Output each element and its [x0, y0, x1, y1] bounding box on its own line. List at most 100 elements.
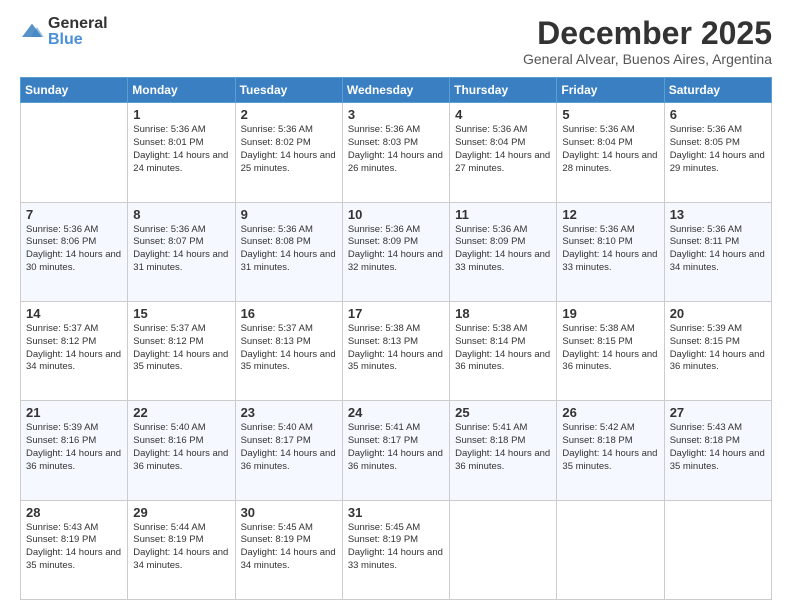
table-row: 12 Sunrise: 5:36 AM Sunset: 8:10 PM Dayli… — [557, 202, 664, 301]
day-number: 26 — [562, 405, 658, 420]
cell-info: Sunrise: 5:36 AM Sunset: 8:05 PM Dayligh… — [670, 124, 766, 175]
col-saturday: Saturday — [664, 78, 771, 103]
cell-info: Sunrise: 5:38 AM Sunset: 8:13 PM Dayligh… — [348, 323, 444, 374]
cell-info: Sunrise: 5:45 AM Sunset: 8:19 PM Dayligh… — [348, 522, 444, 573]
cell-info: Sunrise: 5:36 AM Sunset: 8:04 PM Dayligh… — [455, 124, 551, 175]
table-row: 16 Sunrise: 5:37 AM Sunset: 8:13 PM Dayli… — [235, 301, 342, 400]
day-number: 28 — [26, 505, 122, 520]
table-row: 28 Sunrise: 5:43 AM Sunset: 8:19 PM Dayli… — [21, 500, 128, 599]
day-number: 2 — [241, 107, 337, 122]
day-number: 12 — [562, 207, 658, 222]
day-number: 23 — [241, 405, 337, 420]
col-sunday: Sunday — [21, 78, 128, 103]
table-row: 6 Sunrise: 5:36 AM Sunset: 8:05 PM Daylig… — [664, 103, 771, 202]
cell-info: Sunrise: 5:36 AM Sunset: 8:06 PM Dayligh… — [26, 224, 122, 275]
col-monday: Monday — [128, 78, 235, 103]
table-row: 5 Sunrise: 5:36 AM Sunset: 8:04 PM Daylig… — [557, 103, 664, 202]
table-row: 13 Sunrise: 5:36 AM Sunset: 8:11 PM Dayli… — [664, 202, 771, 301]
location-subtitle: General Alvear, Buenos Aires, Argentina — [523, 51, 772, 67]
calendar-week-row: 1 Sunrise: 5:36 AM Sunset: 8:01 PM Daylig… — [21, 103, 772, 202]
day-number: 30 — [241, 505, 337, 520]
cell-info: Sunrise: 5:37 AM Sunset: 8:12 PM Dayligh… — [133, 323, 229, 374]
cell-info: Sunrise: 5:40 AM Sunset: 8:17 PM Dayligh… — [241, 422, 337, 473]
cell-info: Sunrise: 5:40 AM Sunset: 8:16 PM Dayligh… — [133, 422, 229, 473]
cell-info: Sunrise: 5:37 AM Sunset: 8:12 PM Dayligh… — [26, 323, 122, 374]
cell-info: Sunrise: 5:36 AM Sunset: 8:09 PM Dayligh… — [455, 224, 551, 275]
cell-info: Sunrise: 5:39 AM Sunset: 8:15 PM Dayligh… — [670, 323, 766, 374]
table-row: 4 Sunrise: 5:36 AM Sunset: 8:04 PM Daylig… — [450, 103, 557, 202]
table-row: 23 Sunrise: 5:40 AM Sunset: 8:17 PM Dayli… — [235, 401, 342, 500]
month-title: December 2025 — [523, 16, 772, 51]
table-row: 22 Sunrise: 5:40 AM Sunset: 8:16 PM Dayli… — [128, 401, 235, 500]
cell-info: Sunrise: 5:36 AM Sunset: 8:10 PM Dayligh… — [562, 224, 658, 275]
table-row: 18Sunrise: 5:38 AM Sunset: 8:14 PM Dayli… — [450, 301, 557, 400]
table-row: 27 Sunrise: 5:43 AM Sunset: 8:18 PM Dayli… — [664, 401, 771, 500]
day-number: 7 — [26, 207, 122, 222]
table-row: 11 Sunrise: 5:36 AM Sunset: 8:09 PM Dayli… — [450, 202, 557, 301]
day-number: 16 — [241, 306, 337, 321]
day-number: 10 — [348, 207, 444, 222]
table-row — [21, 103, 128, 202]
day-number: 21 — [26, 405, 122, 420]
day-number: 14 — [26, 306, 122, 321]
table-row: 24Sunrise: 5:41 AM Sunset: 8:17 PM Dayli… — [342, 401, 449, 500]
day-number: 5 — [562, 107, 658, 122]
day-number: 13 — [670, 207, 766, 222]
calendar-header-row: Sunday Monday Tuesday Wednesday Thursday… — [21, 78, 772, 103]
table-row: 26 Sunrise: 5:42 AM Sunset: 8:18 PM Dayli… — [557, 401, 664, 500]
table-row: 10 Sunrise: 5:36 AM Sunset: 8:09 PM Dayli… — [342, 202, 449, 301]
calendar-table: Sunday Monday Tuesday Wednesday Thursday… — [20, 77, 772, 600]
header: General Blue December 2025 General Alvea… — [20, 16, 772, 67]
table-row: 9Sunrise: 5:36 AM Sunset: 8:08 PM Daylig… — [235, 202, 342, 301]
table-row: 1 Sunrise: 5:36 AM Sunset: 8:01 PM Daylig… — [128, 103, 235, 202]
table-row: 17 Sunrise: 5:38 AM Sunset: 8:13 PM Dayli… — [342, 301, 449, 400]
logo-general: General — [48, 16, 108, 32]
cell-info: Sunrise: 5:38 AM Sunset: 8:15 PM Dayligh… — [562, 323, 658, 374]
cell-info: Sunrise: 5:43 AM Sunset: 8:18 PM Dayligh… — [670, 422, 766, 473]
cell-info: Sunrise: 5:45 AM Sunset: 8:19 PM Dayligh… — [241, 522, 337, 573]
day-number: 31 — [348, 505, 444, 520]
table-row: 25 Sunrise: 5:41 AM Sunset: 8:18 PM Dayli… — [450, 401, 557, 500]
table-row — [557, 500, 664, 599]
cell-info: Sunrise: 5:36 AM Sunset: 8:08 PM Dayligh… — [241, 224, 337, 275]
day-number: 6 — [670, 107, 766, 122]
day-number: 4 — [455, 107, 551, 122]
cell-info: Sunrise: 5:36 AM Sunset: 8:09 PM Dayligh… — [348, 224, 444, 275]
table-row: 2Sunrise: 5:36 AM Sunset: 8:02 PM Daylig… — [235, 103, 342, 202]
day-number: 17 — [348, 306, 444, 321]
table-row: 19Sunrise: 5:38 AM Sunset: 8:15 PM Dayli… — [557, 301, 664, 400]
day-number: 20 — [670, 306, 766, 321]
table-row: 21Sunrise: 5:39 AM Sunset: 8:16 PM Dayli… — [21, 401, 128, 500]
table-row: 8 Sunrise: 5:36 AM Sunset: 8:07 PM Daylig… — [128, 202, 235, 301]
day-number: 1 — [133, 107, 229, 122]
logo: General Blue — [20, 16, 108, 48]
day-number: 22 — [133, 405, 229, 420]
day-number: 3 — [348, 107, 444, 122]
col-friday: Friday — [557, 78, 664, 103]
cell-info: Sunrise: 5:36 AM Sunset: 8:07 PM Dayligh… — [133, 224, 229, 275]
col-tuesday: Tuesday — [235, 78, 342, 103]
cell-info: Sunrise: 5:36 AM Sunset: 8:03 PM Dayligh… — [348, 124, 444, 175]
cell-info: Sunrise: 5:36 AM Sunset: 8:04 PM Dayligh… — [562, 124, 658, 175]
cell-info: Sunrise: 5:37 AM Sunset: 8:13 PM Dayligh… — [241, 323, 337, 374]
day-number: 8 — [133, 207, 229, 222]
day-number: 18 — [455, 306, 551, 321]
day-number: 24 — [348, 405, 444, 420]
cell-info: Sunrise: 5:36 AM Sunset: 8:11 PM Dayligh… — [670, 224, 766, 275]
table-row: 20 Sunrise: 5:39 AM Sunset: 8:15 PM Dayli… — [664, 301, 771, 400]
calendar-week-row: 7 Sunrise: 5:36 AM Sunset: 8:06 PM Daylig… — [21, 202, 772, 301]
calendar-week-row: 28 Sunrise: 5:43 AM Sunset: 8:19 PM Dayli… — [21, 500, 772, 599]
col-thursday: Thursday — [450, 78, 557, 103]
table-row: 7 Sunrise: 5:36 AM Sunset: 8:06 PM Daylig… — [21, 202, 128, 301]
table-row: 14 Sunrise: 5:37 AM Sunset: 8:12 PM Dayli… — [21, 301, 128, 400]
table-row: 30 Sunrise: 5:45 AM Sunset: 8:19 PM Dayli… — [235, 500, 342, 599]
day-number: 15 — [133, 306, 229, 321]
cell-info: Sunrise: 5:41 AM Sunset: 8:18 PM Dayligh… — [455, 422, 551, 473]
day-number: 27 — [670, 405, 766, 420]
cell-info: Sunrise: 5:42 AM Sunset: 8:18 PM Dayligh… — [562, 422, 658, 473]
day-number: 11 — [455, 207, 551, 222]
cell-info: Sunrise: 5:43 AM Sunset: 8:19 PM Dayligh… — [26, 522, 122, 573]
cell-info: Sunrise: 5:36 AM Sunset: 8:01 PM Dayligh… — [133, 124, 229, 175]
table-row: 29Sunrise: 5:44 AM Sunset: 8:19 PM Dayli… — [128, 500, 235, 599]
day-number: 25 — [455, 405, 551, 420]
